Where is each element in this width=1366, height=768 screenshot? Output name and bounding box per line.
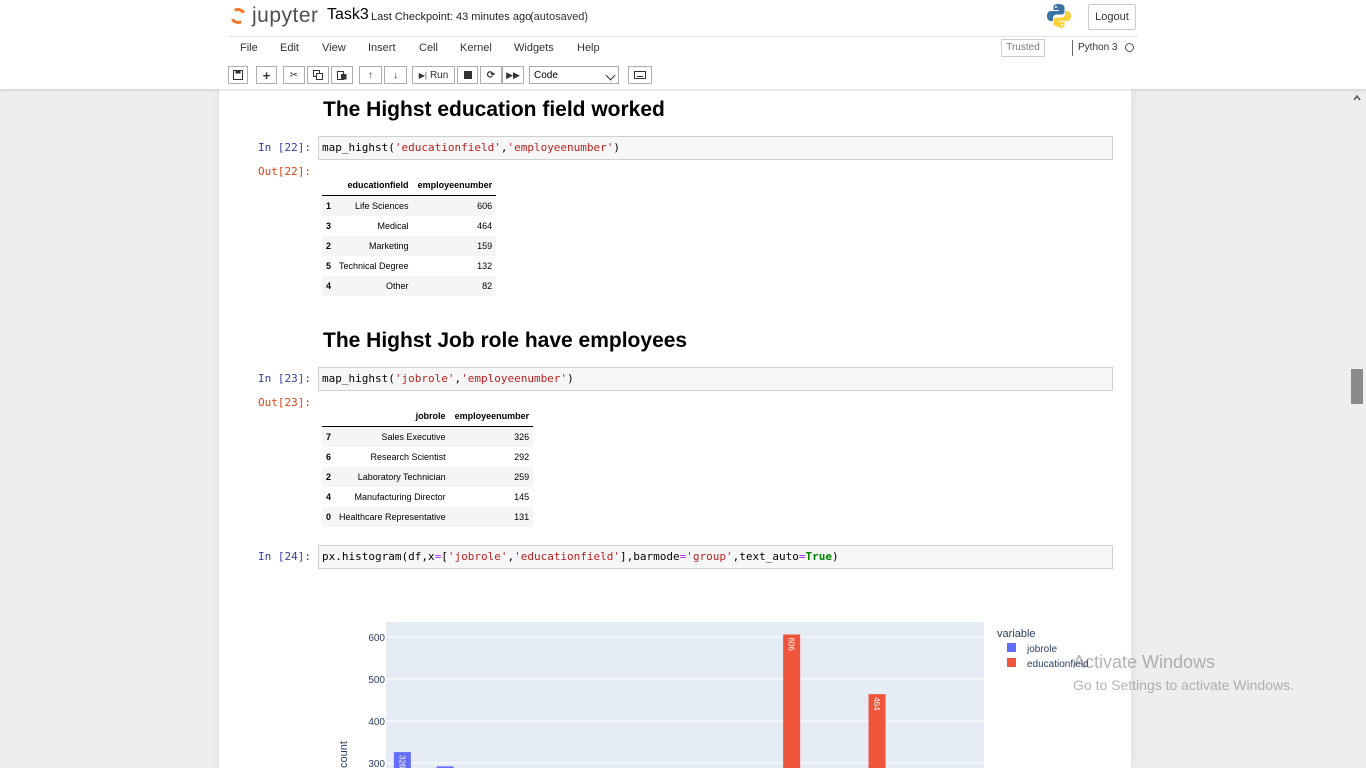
scrollbar-thumb[interactable] bbox=[1351, 369, 1363, 404]
move-up-button[interactable]: ↑ bbox=[359, 66, 382, 84]
keyboard-icon bbox=[634, 71, 646, 79]
legend-swatch-jobrole[interactable] bbox=[1007, 643, 1016, 652]
y-axis-label: count bbox=[338, 741, 350, 768]
kernel-name: Python 3 bbox=[1078, 42, 1118, 53]
bar-value-label: 326 bbox=[397, 755, 406, 768]
y-tick-label: 400 bbox=[368, 717, 385, 728]
plot-area bbox=[386, 622, 984, 768]
kernel-separator bbox=[1072, 40, 1073, 56]
trusted-indicator[interactable]: Trusted bbox=[1001, 39, 1045, 57]
run-button[interactable]: ▶| Run bbox=[412, 66, 455, 84]
cut-button[interactable]: ✂ bbox=[283, 66, 305, 84]
bar-value-label: 606 bbox=[787, 637, 796, 651]
menu-file[interactable]: File bbox=[240, 42, 258, 54]
menu-widgets[interactable]: Widgets bbox=[514, 42, 554, 54]
run-label: Run bbox=[429, 69, 449, 81]
y-tick-label: 300 bbox=[368, 759, 385, 768]
fast-forward-icon: ▶▶ bbox=[506, 69, 520, 80]
kernel-idle-icon bbox=[1125, 43, 1134, 52]
jupyter-ring-icon bbox=[230, 7, 248, 25]
activate-windows-subtitle: Go to Settings to activate Windows. bbox=[1073, 677, 1294, 693]
save-button[interactable] bbox=[228, 66, 248, 84]
restart-button[interactable]: ⟳ bbox=[480, 66, 502, 84]
menu-kernel[interactable]: Kernel bbox=[460, 42, 492, 54]
logout-button[interactable]: Logout bbox=[1088, 4, 1136, 30]
restart-run-all-button[interactable]: ▶▶ bbox=[502, 66, 524, 84]
copy-icon bbox=[313, 70, 323, 80]
scissors-icon: ✂ bbox=[289, 69, 299, 81]
notebook-header: jupyter Task3 Last Checkpoint: 43 minute… bbox=[0, 0, 1366, 89]
menu-cell[interactable]: Cell bbox=[419, 42, 438, 54]
interrupt-button[interactable] bbox=[457, 66, 478, 84]
paste-icon bbox=[337, 71, 347, 80]
checkpoint-status: Last Checkpoint: 43 minutes ago bbox=[371, 11, 532, 23]
restart-icon: ⟳ bbox=[486, 69, 496, 81]
bar-educationfield[interactable] bbox=[783, 634, 801, 768]
cell-type-select[interactable]: Code bbox=[529, 66, 619, 84]
autosave-status: (autosaved) bbox=[530, 11, 589, 23]
bar-value-label: 464 bbox=[872, 697, 881, 711]
arrow-down-icon: ↓ bbox=[393, 69, 398, 81]
scroll-up-arrow-icon[interactable] bbox=[1352, 93, 1362, 103]
cell-type-value: Code bbox=[534, 70, 558, 81]
y-tick-label: 600 bbox=[368, 633, 385, 644]
paste-button[interactable] bbox=[331, 66, 353, 84]
jupyter-logo-text: jupyter bbox=[252, 4, 319, 27]
histogram-chart: 300400500600 326292606464 count variable… bbox=[338, 622, 1089, 768]
chevron-down-icon bbox=[605, 70, 616, 81]
legend-label-jobrole[interactable]: jobrole bbox=[1026, 644, 1057, 655]
jupyter-logo[interactable]: jupyter bbox=[230, 4, 319, 28]
insert-cell-button[interactable]: + bbox=[256, 66, 277, 84]
copy-button[interactable] bbox=[307, 66, 329, 84]
notebook-name[interactable]: Task3 bbox=[327, 6, 369, 24]
menu-edit[interactable]: Edit bbox=[280, 42, 299, 54]
step-forward-icon: ▶| bbox=[418, 70, 427, 80]
menu-insert[interactable]: Insert bbox=[368, 42, 396, 54]
menu-view[interactable]: View bbox=[322, 42, 346, 54]
save-icon bbox=[233, 70, 243, 80]
move-down-button[interactable]: ↓ bbox=[384, 66, 407, 84]
notebook-container: The Highst education field worked In [22… bbox=[219, 89, 1131, 768]
legend-swatch-educationfield[interactable] bbox=[1007, 658, 1016, 667]
legend-title: variable bbox=[997, 628, 1036, 640]
python-logo-icon bbox=[1047, 4, 1071, 28]
y-tick-label: 500 bbox=[368, 675, 385, 686]
command-palette-button[interactable] bbox=[628, 66, 652, 84]
arrow-up-icon: ↑ bbox=[368, 69, 373, 81]
activate-windows-title: Activate Windows bbox=[1073, 652, 1216, 672]
plus-icon: + bbox=[262, 67, 271, 83]
y-axis-ticks: 300 400 500 600 bbox=[368, 633, 385, 768]
stop-icon bbox=[463, 71, 472, 79]
menu-help[interactable]: Help bbox=[577, 42, 600, 54]
